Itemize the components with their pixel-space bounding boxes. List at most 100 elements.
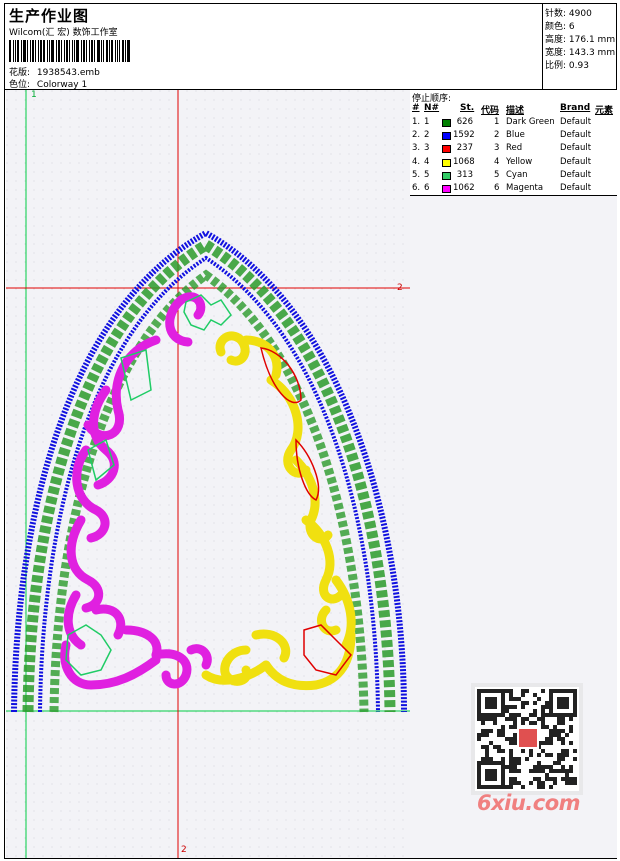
color-description: Dark Green xyxy=(506,117,555,127)
barcode-bar xyxy=(15,40,16,62)
barcode-bar xyxy=(32,40,34,62)
barcode-bar xyxy=(38,40,39,62)
scale-stat: 比例: 0.93 xyxy=(545,58,589,71)
barcode-bar xyxy=(35,40,36,62)
stitch-count: 313 xyxy=(456,169,473,180)
thread-brand: Default xyxy=(560,130,592,141)
qr-code xyxy=(471,683,583,795)
color-description: Cyan xyxy=(506,169,528,180)
col-description: 描述 xyxy=(506,106,525,116)
ruler-mark-bottom: 2 xyxy=(181,845,187,855)
watermark-brand: 6xiu.com xyxy=(477,791,581,815)
barcode xyxy=(9,40,145,62)
barcode-bar xyxy=(106,40,108,62)
barcode-bar xyxy=(94,40,95,62)
height-label: 高度: xyxy=(545,35,567,45)
thread-brand: Default xyxy=(560,183,592,193)
needle-number: 4 xyxy=(424,156,430,167)
stitch-count: 626 xyxy=(456,117,473,127)
col-brand: Brand xyxy=(560,103,591,113)
thread-brand: Default xyxy=(560,117,592,127)
color-description: Red xyxy=(506,143,523,154)
barcode-bar xyxy=(91,40,93,62)
barcode-bar xyxy=(64,40,65,62)
thread-brand: Default xyxy=(560,143,592,154)
barcode-bar xyxy=(43,40,45,62)
stitch-count: 1592 xyxy=(453,130,475,141)
thread-brand: Default xyxy=(560,156,592,167)
barcode-bar xyxy=(61,40,62,62)
barcode-bar xyxy=(69,40,70,62)
barcode-bar xyxy=(49,40,50,62)
color-code: 5 xyxy=(494,169,500,180)
company-name: Wilcom(汇 宏) 数饰工作室 xyxy=(9,28,118,38)
color-swatch xyxy=(442,158,451,167)
barcode-bar xyxy=(47,40,48,62)
header-info: 生产作业图 Wilcom(汇 宏) 数饰工作室 花版: 1938543.emb … xyxy=(5,4,542,90)
barcode-bar xyxy=(127,40,130,62)
thread-brand: Default xyxy=(560,169,592,180)
barcode-bar xyxy=(109,40,110,62)
barcode-bar xyxy=(74,40,75,62)
col-stitches: St. xyxy=(460,103,475,113)
barcode-bar xyxy=(23,40,26,62)
design-canvas[interactable]: 1 2 2 xyxy=(6,90,411,858)
barcode-bar xyxy=(30,40,31,62)
color-stop-row: 6. 6 1062 6 Magenta Default xyxy=(410,183,617,196)
barcode-bar xyxy=(58,40,60,62)
color-swatch xyxy=(442,145,451,154)
width-value: 143.3 mm xyxy=(568,48,616,58)
production-worksheet: 生产作业图 Wilcom(汇 宏) 数饰工作室 花版: 1938543.emb … xyxy=(4,3,617,859)
ruler-mark-top-left: 1 xyxy=(31,90,37,100)
barcode-bar xyxy=(13,40,14,62)
stop-index: 6. xyxy=(412,183,421,193)
stitches-label: 针数: xyxy=(545,9,567,19)
needle-number: 2 xyxy=(424,130,430,141)
barcode-bar xyxy=(66,40,68,62)
page-title: 生产作业图 xyxy=(9,7,90,25)
color-stop-row: 3. 3 237 3 Red Default xyxy=(410,143,617,156)
barcode-bar xyxy=(125,40,126,62)
color-code: 1 xyxy=(494,117,500,127)
color-swatch xyxy=(442,119,451,127)
stop-index: 4. xyxy=(412,156,421,167)
barcode-bar xyxy=(21,40,22,62)
height-value: 176.1 mm xyxy=(568,35,616,45)
embroidery-design xyxy=(6,90,410,858)
scale-value: 0.93 xyxy=(568,61,589,71)
barcode-bar xyxy=(40,40,42,62)
color-stop-row: 5. 5 313 5 Cyan Default xyxy=(410,170,617,183)
needle-number: 1 xyxy=(424,117,430,127)
stitch-count: 237 xyxy=(456,143,473,154)
barcode-bar xyxy=(101,40,102,62)
barcode-bar xyxy=(103,40,104,62)
color-stop-row: 4. 4 1068 4 Yellow Default xyxy=(410,157,617,170)
color-code: 3 xyxy=(494,143,500,154)
barcode-bar xyxy=(119,40,120,62)
barcode-bar xyxy=(76,40,79,62)
scale-label: 比例: xyxy=(545,61,567,71)
barcode-bar xyxy=(86,40,87,62)
barcode-bar xyxy=(97,40,100,62)
barcode-bar xyxy=(83,40,85,62)
color-description: Magenta xyxy=(506,183,544,193)
barcode-bar xyxy=(56,40,57,62)
stitch-count: 1068 xyxy=(453,156,475,167)
barcode-bar xyxy=(122,40,124,62)
color-swatch xyxy=(442,171,451,180)
barcode-bar xyxy=(17,40,19,62)
needle-number: 6 xyxy=(424,183,430,193)
stop-index: 5. xyxy=(412,169,421,180)
barcode-bar xyxy=(51,40,54,62)
color-swatch xyxy=(442,132,451,141)
color-description: Blue xyxy=(506,130,525,141)
stop-index: 3. xyxy=(412,143,421,154)
stop-sequence-table: 停止顺序: # N# St. 代码 描述 Brand 元素 1. 1 626 1 Dar… xyxy=(410,90,617,196)
needle-number: 3 xyxy=(424,143,430,154)
barcode-bar xyxy=(111,40,113,62)
barcode-bar xyxy=(72,40,73,62)
height-stat: 高度: 176.1 mm xyxy=(545,32,615,45)
color-description: Yellow xyxy=(506,156,533,167)
col-no: N# xyxy=(424,103,440,113)
design-stats: 针数: 4900 颜色: 6 高度: 176.1 mm 宽度: 143.3 mm… xyxy=(542,4,619,89)
